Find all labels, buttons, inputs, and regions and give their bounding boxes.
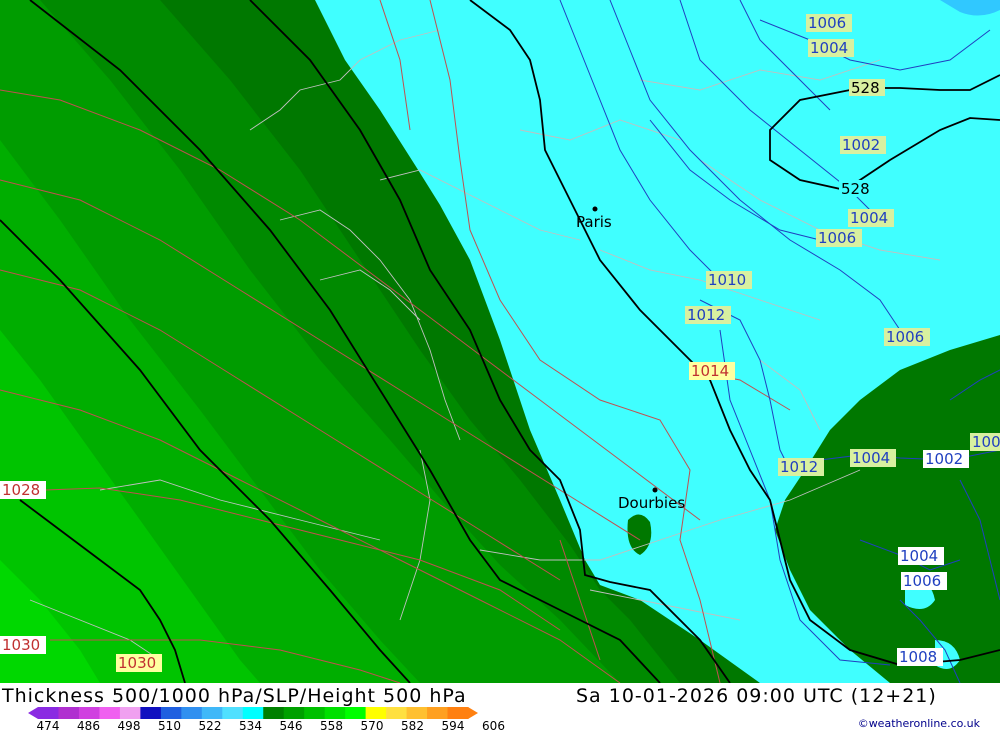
pressure-label: 1002 [925, 450, 963, 468]
legend-tick-label: 606 [482, 719, 505, 733]
pressure-label: 1008 [899, 648, 937, 666]
pressure-label: 1006 [818, 229, 856, 247]
legend-tick-label: 594 [441, 719, 465, 733]
map-title: Thickness 500/1000 hPa/SLP/Height 500 hP… [2, 685, 467, 707]
pressure-label: 1010 [708, 271, 746, 289]
city-marker-paris [592, 206, 598, 212]
pressure-label: 100 [972, 433, 1000, 451]
legend-tick-label: 546 [279, 719, 303, 733]
pressure-label: 1028 [2, 481, 40, 499]
pressure-label: 1004 [852, 449, 890, 467]
legend-swatch [58, 707, 80, 719]
legend-tick-label: 474 [36, 719, 60, 733]
legend-swatch [447, 707, 469, 719]
thickness-map: Paris Dourbies 528 528 1006 1004 1002 10… [0, 0, 1000, 683]
map-footer: Thickness 500/1000 hPa/SLP/Height 500 hP… [0, 683, 1000, 733]
legend-tick-label: 582 [401, 719, 424, 733]
legend-swatch [283, 707, 305, 719]
pressure-label: 1004 [900, 547, 938, 565]
legend-tick-label: 522 [198, 719, 222, 733]
legend-swatch [345, 707, 367, 719]
legend-swatch [324, 707, 346, 719]
height-label: 528 [841, 180, 870, 198]
pressure-label: 1012 [780, 458, 818, 476]
legend-arrow-left [28, 707, 38, 719]
color-legend [28, 707, 478, 719]
legend-swatch [222, 707, 244, 719]
pressure-label: 1030 [2, 636, 40, 654]
city-label-paris: Paris [576, 213, 612, 231]
legend-swatch [99, 707, 121, 719]
legend-tick-label: 558 [320, 719, 343, 733]
legend-tick-label: 498 [117, 719, 141, 733]
pressure-label: 1004 [810, 39, 848, 57]
legend-swatch [201, 707, 223, 719]
legend-swatch [38, 707, 59, 719]
height-label: 528 [851, 79, 880, 97]
legend-ticks: 474 486 498 510 522 534 546 558 570 582 594 606 [0, 719, 520, 733]
legend-tick-label: 510 [158, 719, 181, 733]
legend-swatch [242, 707, 264, 719]
legend-swatch [160, 707, 182, 719]
legend-swatch [181, 707, 203, 719]
city-marker-dourbies [652, 487, 658, 493]
pressure-label: 1014 [691, 362, 729, 380]
legend-swatch [386, 707, 408, 719]
valid-time: Sa 10-01-2026 09:00 UTC (12+21) [576, 685, 937, 707]
pressure-label: 1002 [842, 136, 880, 154]
pressure-label: 1004 [850, 209, 888, 227]
legend-swatch [119, 707, 141, 719]
pressure-label: 1006 [808, 14, 846, 32]
legend-tick-label: 570 [360, 719, 384, 733]
city-label-dourbies: Dourbies [618, 494, 685, 512]
pressure-label: 1006 [903, 572, 941, 590]
legend-swatch [263, 707, 285, 719]
legend-swatch [140, 707, 162, 719]
legend-arrow-right [468, 707, 478, 719]
pressure-label: 1012 [687, 306, 725, 324]
pressure-label: 1030 [118, 654, 156, 672]
credit-link[interactable]: ©weatheronline.co.uk [858, 717, 980, 730]
legend-tick-label: 486 [77, 719, 100, 733]
weather-map-view: Paris Dourbies 528 528 1006 1004 1002 10… [0, 0, 1000, 733]
legend-swatch [365, 707, 387, 719]
legend-swatch [304, 707, 326, 719]
legend-swatch [78, 707, 100, 719]
legend-swatch [427, 707, 449, 719]
pressure-label: 1006 [886, 328, 924, 346]
legend-swatch [406, 707, 428, 719]
legend-tick-label: 534 [239, 719, 262, 733]
